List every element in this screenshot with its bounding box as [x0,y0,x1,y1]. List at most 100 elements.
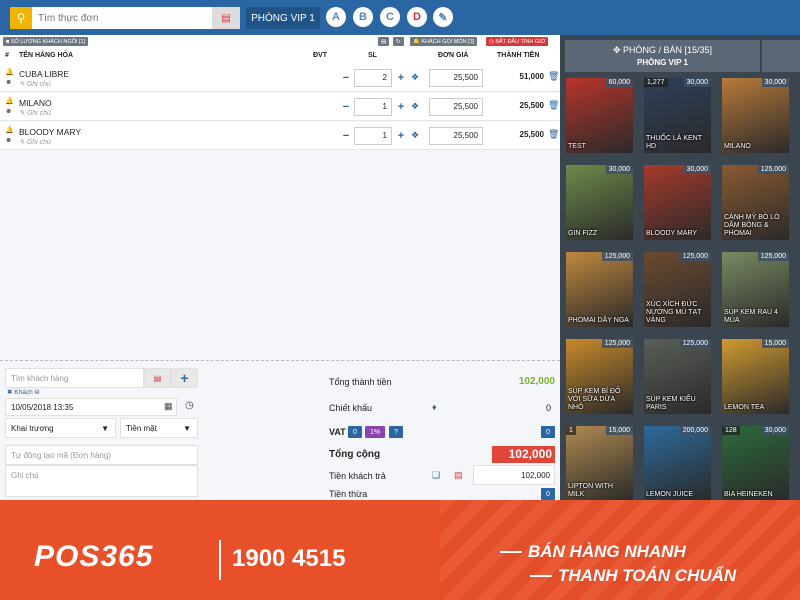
subtotal-value: 102,000 [518,376,555,387]
barcode-icon[interactable]: ▤ [212,7,240,29]
bell-icon[interactable]: 🔔 [5,97,14,105]
topping-icon[interactable]: ❖ [411,101,419,112]
product-name: GIN FIZZ [568,230,598,237]
qty-input[interactable]: 2 [354,69,392,87]
item-note[interactable]: ✎ Ghi chú [19,109,51,117]
price-list-c-button[interactable]: C [380,7,400,27]
product-tile[interactable]: 15,000 1 LIPTON WITH MILK [566,426,633,501]
product-tile[interactable]: 125,000 SÚP KEM BÍ ĐỎ VỚI SỮA DỪA NHỎ [566,339,633,414]
clock-icon[interactable]: ◷ [185,400,194,411]
price-book-value: Khai trương [11,423,54,433]
product-price: 125,000 [679,339,711,348]
trash-icon[interactable]: 🗑 [548,129,559,140]
start-timer-button[interactable]: ◷ BẮT ĐẦU TÍNH GIỜ [486,37,549,46]
trash-icon[interactable]: 🗑 [548,100,559,111]
speed-line [530,575,552,577]
product-tile[interactable]: 125,000 PHOMAI DÂY NGA [566,252,633,327]
product-price: 30,000 [761,78,789,87]
subtotal-label: Tổng thành tiền [329,377,392,387]
person-icon[interactable]: ☻ [5,137,12,144]
add-customer-button[interactable]: + [171,368,198,388]
person-icon[interactable]: ☻ [5,79,12,86]
edit-icon[interactable]: ✎ [433,7,453,27]
card-icon[interactable]: ▤ [454,470,463,481]
menu-search-input[interactable] [32,7,212,29]
price-list-b-button[interactable]: B [353,7,373,27]
product-tile[interactable]: 125,000 XÚC XÍCH ĐỨC NƯỚNG MÙ TẠT VÀNG [644,252,711,327]
product-tile[interactable]: 30,000 128 BIA HEINEKEN [722,426,789,501]
price-input[interactable]: 25,500 [429,69,483,87]
decrease-qty-button[interactable]: − [341,101,351,113]
table-row[interactable]: 🔔 ☻ CUBA LIBRE ✎ Ghi chú −2 + ❖ 25,500 51,000 🗑 [0,64,560,92]
print-icon[interactable]: ▤ [378,37,390,46]
product-tile[interactable]: 30,000 1,277 THUỐC LÁ KENT HD [644,78,711,153]
search-icon[interactable]: ⚲ [10,7,32,29]
room-table-button[interactable]: ✥ PHÒNG / BÀN [15/35] PHÒNG VIP 1 [565,40,760,72]
calendar-icon[interactable]: ▦ [164,401,173,412]
call-order-button[interactable]: 🔔 KHÁCH GỌI MÓN [3] [410,37,478,46]
topping-icon[interactable]: ❖ [411,130,419,141]
datetime-field[interactable]: 10/05/2018 13:35 [5,398,177,416]
product-tile[interactable]: 125,000 SÚP KEM RAU 4 MÙA [722,252,789,327]
decrease-qty-button[interactable]: − [341,130,351,142]
qty-input[interactable]: 1 [354,98,392,116]
product-tile[interactable]: 60,000 TEST [566,78,633,153]
qty-input[interactable]: 1 [354,127,392,145]
product-tile[interactable]: 15,000 LEMON TEA [722,339,789,414]
product-name: THUỐC LÁ KENT HD [646,135,702,150]
product-name: TEST [568,143,586,150]
price-list-a-button[interactable]: A [326,7,346,27]
vat-value[interactable]: 0 [541,426,555,438]
customer-card-icon[interactable]: ▤ [144,368,171,388]
item-note[interactable]: ✎ Ghi chú [19,138,51,146]
increase-qty-button[interactable]: + [396,72,406,84]
secondary-tab[interactable] [762,40,800,72]
change-label: Tiền thừa [329,489,368,499]
price-input[interactable]: 25,500 [429,98,483,116]
item-note[interactable]: ✎ Ghi chú [19,80,51,88]
guest-count-button[interactable]: ■ SỐ LƯỢNG KHÁCH NGỒI [1] [3,37,89,46]
product-tile[interactable]: 125,000 SÚP KEM KIỂU PARIS [644,339,711,414]
vat-help-button[interactable]: ? [389,426,403,438]
product-name: XÚC XÍCH ĐỨC NƯỚNG MÙ TẠT VÀNG [646,301,702,324]
product-stock: 128 [722,426,740,435]
price-input[interactable]: 25,500 [429,127,483,145]
product-tile[interactable]: 30,000 MILANO [722,78,789,153]
customer-search-input[interactable]: Tìm khách hàng [5,368,144,388]
product-price: 30,000 [761,426,789,435]
product-price: 125,000 [601,339,633,348]
person-icon[interactable]: ☻ [5,108,12,115]
increase-qty-button[interactable]: + [396,130,406,142]
product-price: 30,000 [605,165,633,174]
table-row[interactable]: 🔔 ☻ BLOODY MARY ✎ Ghi chú −1 + ❖ 25,500 25,500 🗑 [0,122,560,150]
item-note-text: Ghi chú [26,81,51,88]
start-timer-label: BẮT ĐẦU TÍNH GIỜ [495,38,546,45]
bell-icon[interactable]: 🔔 [5,126,14,134]
payment-method-select[interactable]: Tiền mặt ▼ [120,418,198,438]
item-name: MILANO [19,98,52,108]
tab-room[interactable]: PHÒNG VIP 1 [246,7,320,29]
product-tile[interactable]: 30,000 BLOODY MARY [644,165,711,240]
paid-input[interactable]: 102,000 [473,465,555,485]
copy-icon[interactable]: ❏ [432,470,440,481]
price-list-d-button[interactable]: D [407,7,427,27]
vat-zero-button[interactable]: 0 [348,426,362,438]
product-name: MILANO [724,143,751,150]
trash-icon[interactable]: 🗑 [548,71,559,82]
price-book-select[interactable]: Khai trương ▼ [5,418,116,438]
gift-icon[interactable]: ♦ [432,402,437,412]
refresh-icon[interactable]: ↻ [393,37,404,46]
discount-value[interactable]: 0 [491,403,551,413]
order-code-input[interactable]: Tự động tạo mã (Đơn hàng) [5,445,198,465]
topping-icon[interactable]: ❖ [411,72,419,83]
product-tile[interactable]: 125,000 CÁNH MỲ BÒ LÒ DĂM BÔNG & PHOMAI [722,165,789,240]
bell-icon[interactable]: 🔔 [5,68,14,76]
product-tile[interactable]: 30,000 GIN FIZZ [566,165,633,240]
table-row[interactable]: 🔔 ☻ MILANO ✎ Ghi chú −1 + ❖ 25,500 25,500 🗑 [0,93,560,121]
product-tile[interactable]: 200,000 LEMON JUICE [644,426,711,501]
vat-percent-button[interactable]: 1% [365,426,385,438]
walk-in-tag[interactable]: ✖ Khách lẻ [7,388,40,396]
increase-qty-button[interactable]: + [396,101,406,113]
decrease-qty-button[interactable]: − [341,72,351,84]
order-note-textarea[interactable]: Ghi chú [5,465,198,497]
